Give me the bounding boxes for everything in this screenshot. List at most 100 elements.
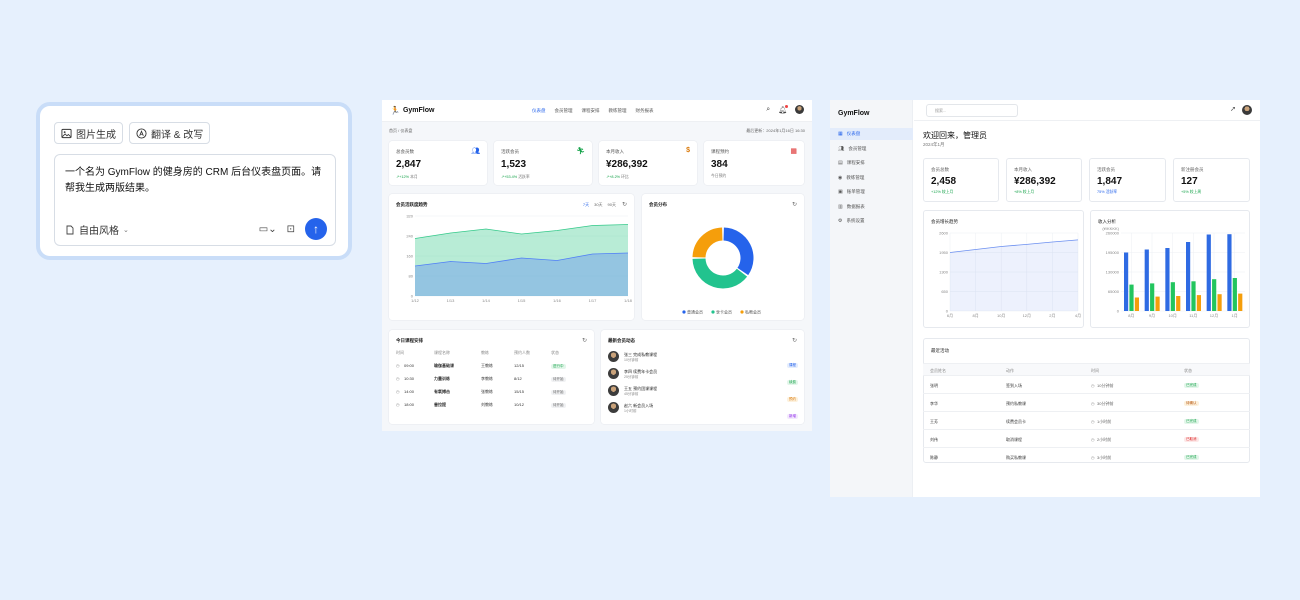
stat-label: 课程预约 <box>711 149 729 154</box>
sidebar-item-label: 数据报表 <box>846 203 865 209</box>
avatar[interactable] <box>795 105 804 114</box>
prompt-text: 一个名为 GymFlow 的健身房的 CRM 后台仪表盘页面。请帮我生成两版结果… <box>65 167 322 194</box>
avatar <box>608 368 619 379</box>
stat-value: 1,523 <box>501 159 527 170</box>
bar <box>1217 294 1222 311</box>
x-tick-label: 8月 <box>972 313 978 318</box>
send-button[interactable]: ↑ <box>305 218 327 240</box>
table-row[interactable]: ◷ 09:00 瑜伽基础课 王教练 12/15 进行中 <box>396 363 596 373</box>
table-row[interactable]: 王芳 续费会员卡 ◷ 1小时前 已完成 <box>923 411 1250 429</box>
refresh-icon[interactable]: ↻ <box>582 337 587 344</box>
activity-item[interactable]: 李四 续费年卡会员 25分钟前 续费 <box>608 368 798 385</box>
activity-item[interactable]: 张三 完成私教课程 10分钟前 课程 <box>608 351 798 368</box>
y-tick-label: 320 <box>406 214 413 219</box>
table-row[interactable]: ◷ 18:00 普拉提 刘教练 10/12 待开始 <box>396 402 596 412</box>
growth-chart-card: 会员增长趋势 0 650 1300 1950 2600 6月 8月 10月 12月 2月 4月 <box>923 210 1084 328</box>
chip-label: 图片生成 <box>76 129 116 141</box>
activity-item[interactable]: 赵六 新会员入场 1小时前 新增 <box>608 402 798 419</box>
prompt-card: 图片生成 翻译 & 改写 一个名为 GymFlow 的健身房的 CRM 后台仪表… <box>36 102 352 260</box>
send-icon[interactable]: ➚ <box>1230 105 1236 113</box>
nav-coaches[interactable]: 教练管理 <box>609 108 627 114</box>
bell-icon[interactable]: 🔔︎ <box>778 104 788 114</box>
status-pill: 待开始 <box>551 403 566 408</box>
donut-slice-2 <box>692 258 748 289</box>
status-badge: 待开始 <box>551 376 566 382</box>
x-tick-label: 1/15 <box>518 298 527 303</box>
sidebar-item-5[interactable]: ▣ 账单管理 <box>830 186 913 198</box>
search-input[interactable]: 搜索... <box>926 104 1018 117</box>
sidebar-item-2[interactable]: 👥︎ 会员管理 <box>830 143 913 155</box>
header-cell: 状态 <box>551 350 559 355</box>
activity-tag: 新增 <box>787 404 798 422</box>
cell-count: 15/15 <box>514 389 525 394</box>
sidebar-item-4[interactable]: ◉ 教练管理 <box>830 172 913 184</box>
sidebar-item-1[interactable]: ▦ 仪表盘 <box>830 128 913 140</box>
sidebar: GymFlow ▦ 仪表盘 👥︎ 会员管理 ▤ 课程安排 ◉ 教练管理 ▣ 账单管理 ▥ 数据报表 ⚙ 系… <box>830 100 913 497</box>
stat-label: 新注册会员 <box>1181 167 1204 172</box>
status-pill: 已取消 <box>1184 437 1199 442</box>
sidebar-item-7[interactable]: ⚙ 系统设置 <box>830 215 913 227</box>
distribution-donut: 普通会员 季卡会员 私教会员 <box>682 227 761 315</box>
x-tick-label: 12月 <box>1023 313 1031 318</box>
table-row[interactable]: 李华 预约私教课 ◷ 30分钟前 待确认 <box>923 393 1250 411</box>
logo[interactable]: 🏃 GymFlow <box>390 106 434 115</box>
nav-finance[interactable]: 财务报表 <box>636 108 654 114</box>
refresh-icon[interactable]: ↻ <box>792 337 797 344</box>
nav-dashboard[interactable]: 仪表盘 <box>532 108 546 114</box>
x-tick-label: 6月 <box>947 313 953 318</box>
stat-card: 会员总数 2,458 +12% 较上月 <box>923 158 999 202</box>
search-icon[interactable]: ⌕ <box>766 106 770 114</box>
stat-card: 本月收入 ¥286,392 +8% 较上月 <box>1006 158 1082 202</box>
chip-label: 翻译 & 改写 <box>151 129 204 141</box>
stat-sub: +12% 较上月 <box>931 190 954 194</box>
cell-course: 瑜伽基础课 <box>434 363 454 368</box>
table-row[interactable]: ◷ 14:00 有氧搏击 张教练 15/15 待开始 <box>396 389 596 399</box>
clock-icon: ◷ <box>1091 419 1095 424</box>
nav-members[interactable]: 会员管理 <box>555 108 573 114</box>
x-tick-label: 2月 <box>1049 313 1055 318</box>
y-tick-label: 130000 <box>1106 270 1120 275</box>
gear-icon: ⚙ <box>838 218 843 224</box>
logo[interactable]: GymFlow <box>838 110 870 117</box>
status-badge: 待开始 <box>551 402 566 408</box>
stat-value: 127 <box>1181 176 1198 187</box>
bar <box>1176 296 1181 311</box>
bar <box>1238 293 1243 311</box>
revenue-chart: (¥/KKKK)0650001300001950002600008月 9月 10月 1… <box>1102 226 1245 318</box>
style-label: 自由风格 <box>79 226 119 237</box>
activity-item[interactable]: 王五 预约团课课程 45分钟前 预约 <box>608 385 798 402</box>
y-tick-label: 0 <box>1117 309 1120 314</box>
translate-chip[interactable]: 翻译 & 改写 <box>129 122 211 144</box>
table-row[interactable]: 张明 签到入场 ◷ 10分钟前 已完成 <box>923 375 1250 393</box>
dollar-icon: $ <box>686 147 690 154</box>
clock-icon: ◷ <box>1091 401 1095 406</box>
avatar[interactable] <box>1242 105 1252 115</box>
status-badge: 已完成 <box>1184 382 1199 388</box>
last-updated: 最后更新：2024年1月16日 16:30 <box>746 128 805 133</box>
table-row[interactable]: ◷ 10:30 力量训练 李教练 8/12 待开始 <box>396 376 596 386</box>
screen-select-icon[interactable]: ▭⌄ <box>259 224 277 235</box>
image-upload-icon[interactable]: ⊡ <box>287 224 295 235</box>
y-tick-label: 2600 <box>939 231 949 236</box>
avatar <box>608 402 619 413</box>
table-row[interactable]: 陈静 购买私教课 ◷ 3小时前 已完成 <box>923 447 1250 465</box>
sidebar-item-label: 会员管理 <box>848 145 867 151</box>
style-select[interactable]: 自由风格 ⌄ <box>65 222 129 237</box>
document-icon <box>66 225 74 234</box>
dashboard-icon: ▦ <box>838 131 843 137</box>
tag-pill: 新增 <box>787 414 798 419</box>
status-pill: 已完成 <box>1184 383 1199 388</box>
sidebar-item-6[interactable]: ▥ 数据报表 <box>830 201 913 213</box>
cell-time: 14:00 <box>404 389 415 394</box>
table-row[interactable]: 刘伟 取消课程 ◷ 2小时前 已取消 <box>923 429 1250 447</box>
arrow-up-icon: ↑ <box>313 222 319 236</box>
status-pill: 进行中 <box>551 364 566 369</box>
top-nav: 🏃 GymFlow 仪表盘 会员管理 课程安排 教练管理 财务报表 ⌕ 🔔︎ <box>382 100 812 122</box>
cell-time: 10分钟前 <box>1097 383 1114 388</box>
prompt-input[interactable]: 一个名为 GymFlow 的健身房的 CRM 后台仪表盘页面。请帮我生成两版结果… <box>54 154 336 246</box>
sidebar-item-3[interactable]: ▤ 课程安排 <box>830 157 913 169</box>
nav-courses[interactable]: 课程安排 <box>582 108 600 114</box>
cell-action: 签到入场 <box>1006 383 1022 388</box>
image-gen-chip[interactable]: 图片生成 <box>54 122 123 144</box>
image-icon <box>61 128 72 138</box>
